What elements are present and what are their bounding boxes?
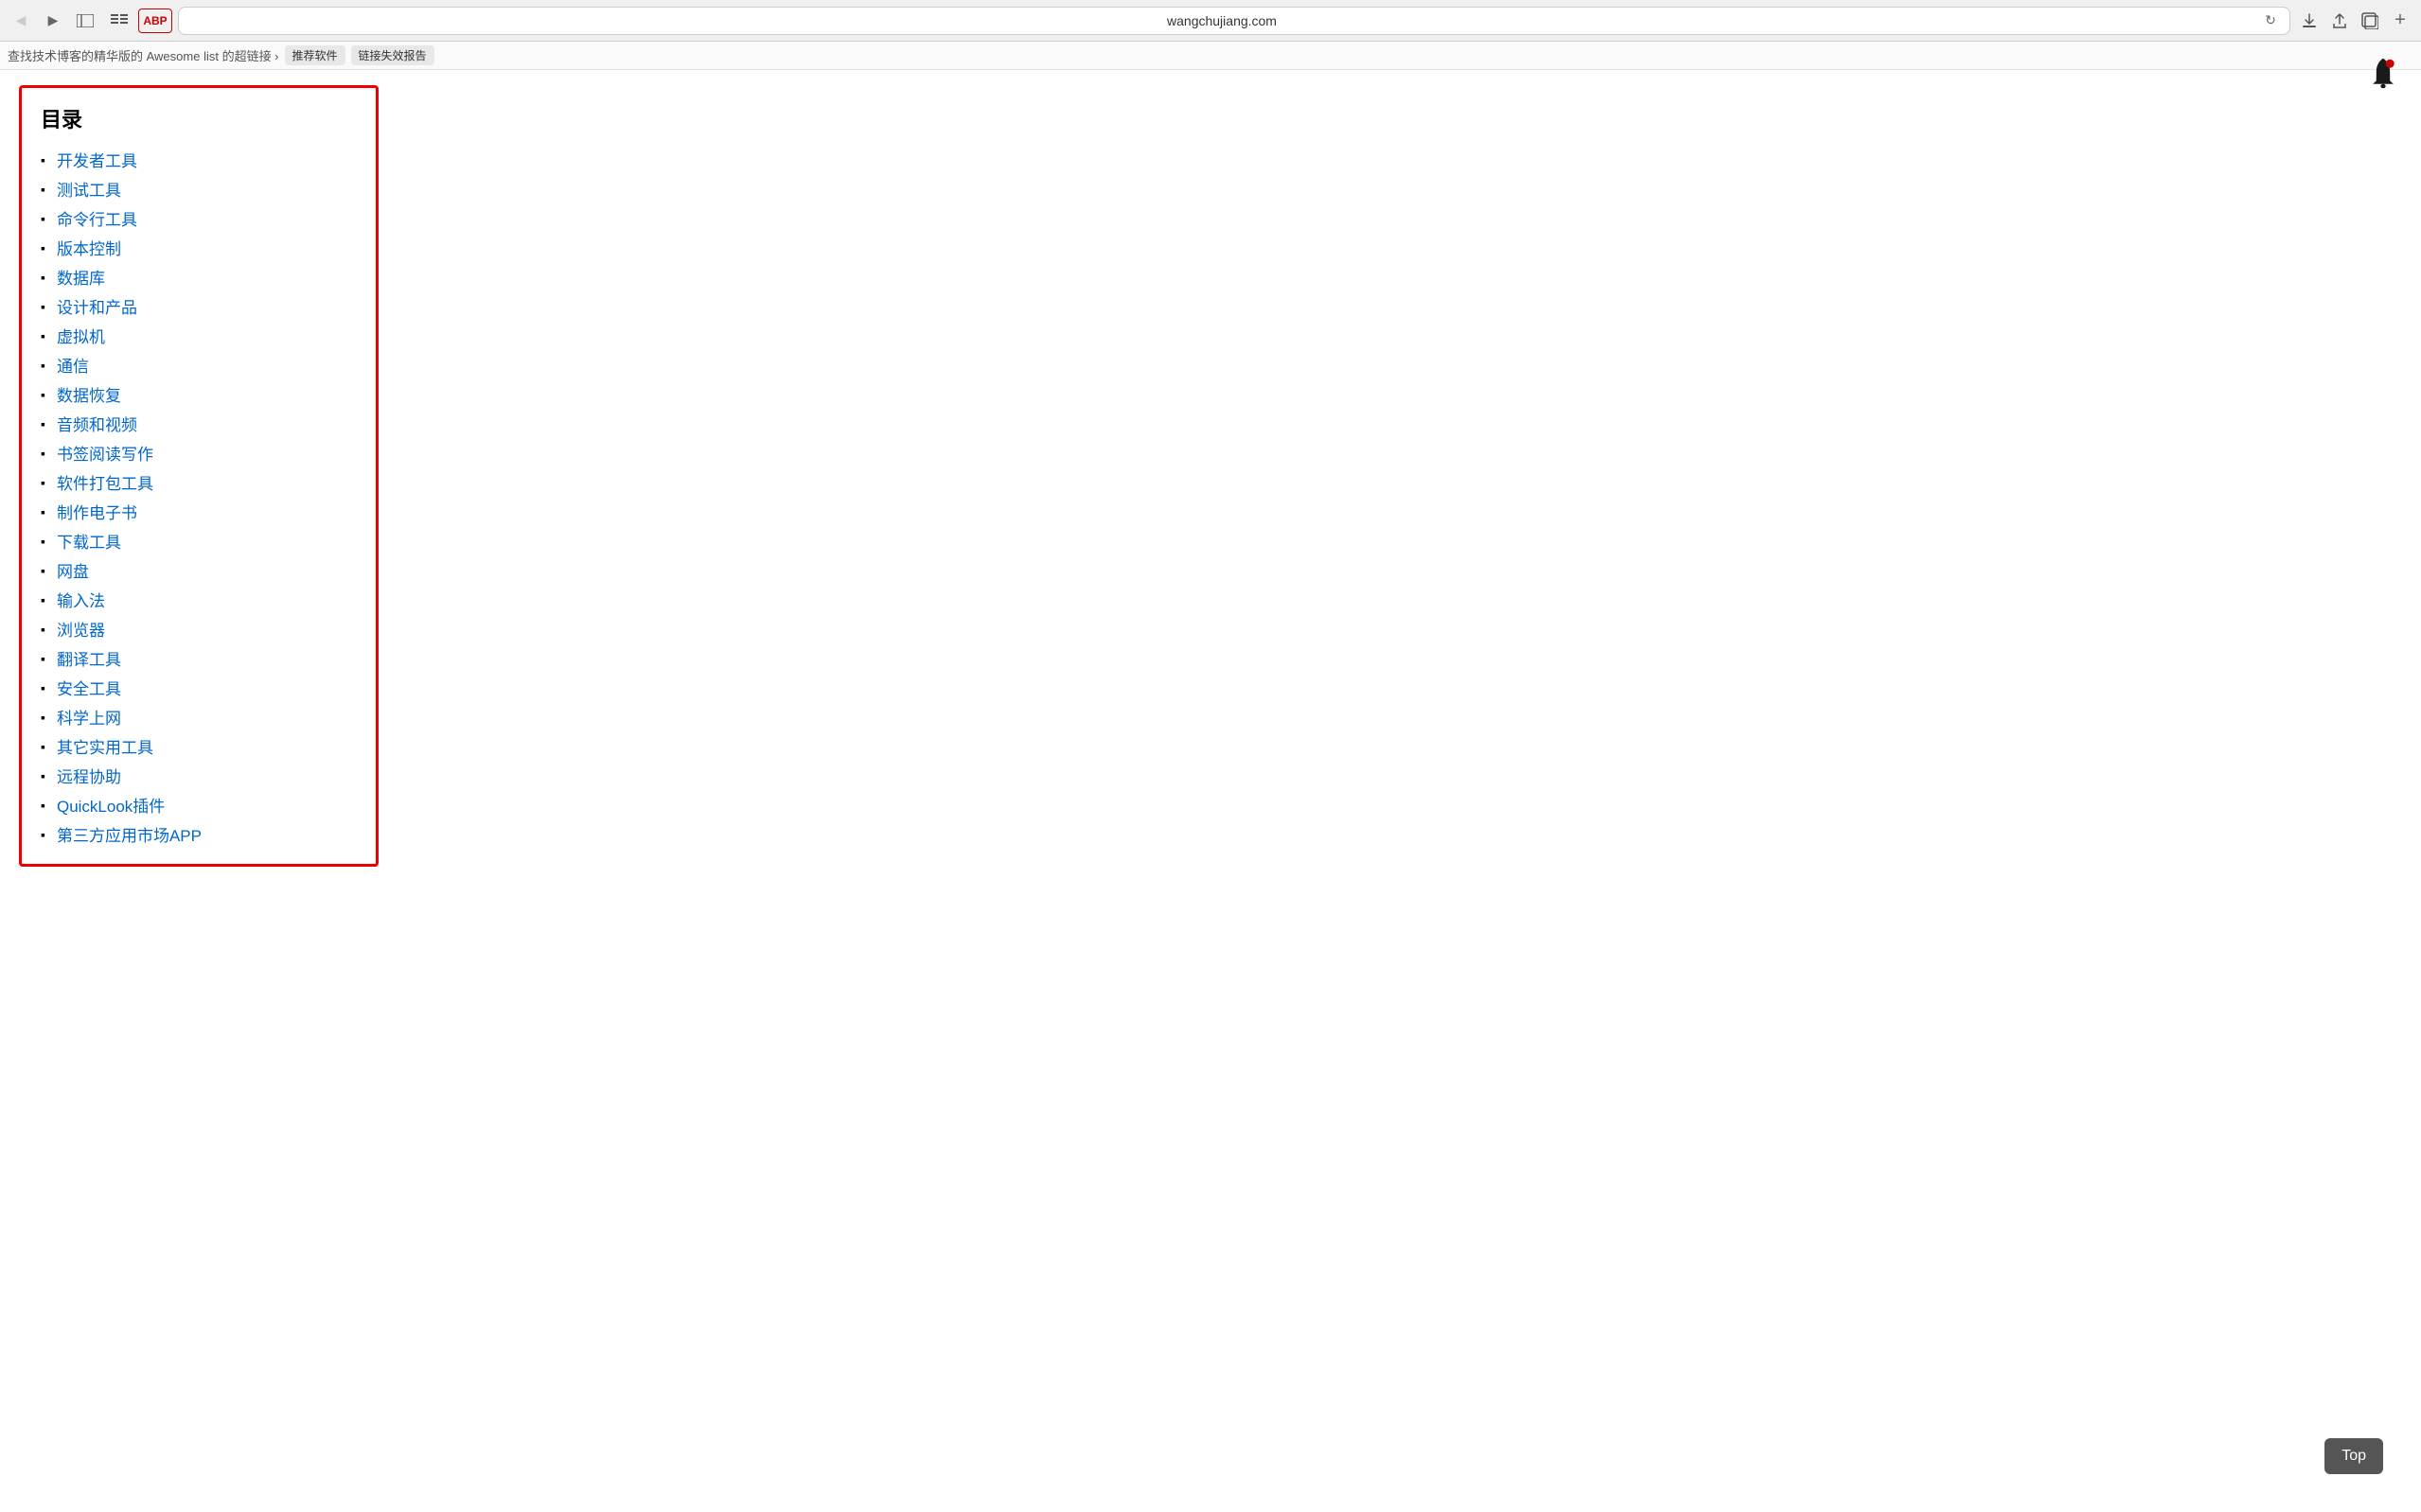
toc-list-item: 书签阅读写作 bbox=[41, 438, 357, 467]
toc-list-item: 数据库 bbox=[41, 262, 357, 291]
toc-list-item: 安全工具 bbox=[41, 673, 357, 702]
toc-link-17[interactable]: 翻译工具 bbox=[57, 646, 121, 670]
toc-link-8[interactable]: 数据恢复 bbox=[57, 382, 121, 406]
toc-list-item: 开发者工具 bbox=[41, 145, 357, 174]
new-tab-button[interactable]: + bbox=[2387, 8, 2413, 34]
toc-link-23[interactable]: 第三方应用市场APP bbox=[57, 822, 202, 846]
reload-button[interactable]: ↻ bbox=[2261, 11, 2280, 30]
toc-list-item: 科学上网 bbox=[41, 702, 357, 731]
toc-link-2[interactable]: 命令行工具 bbox=[57, 206, 137, 230]
toc-list-item: QuickLook插件 bbox=[41, 790, 357, 819]
back-button[interactable]: ◀ bbox=[8, 8, 34, 34]
toc-link-0[interactable]: 开发者工具 bbox=[57, 148, 137, 171]
page-content: 目录 开发者工具测试工具命令行工具版本控制数据库设计和产品虚拟机通信数据恢复音频… bbox=[0, 70, 757, 882]
toc-link-5[interactable]: 设计和产品 bbox=[57, 294, 137, 318]
download-button[interactable] bbox=[2296, 8, 2323, 34]
broken-links-button[interactable]: 链接失效报告 bbox=[351, 45, 434, 65]
toc-list-item: 第三方应用市场APP bbox=[41, 819, 357, 849]
toc-link-4[interactable]: 数据库 bbox=[57, 265, 105, 289]
toc-link-1[interactable]: 测试工具 bbox=[57, 177, 121, 201]
toc-link-12[interactable]: 制作电子书 bbox=[57, 500, 137, 523]
toolbar-right: + bbox=[2296, 8, 2413, 34]
toc-link-9[interactable]: 音频和视频 bbox=[57, 412, 137, 435]
abp-button[interactable]: ABP bbox=[138, 9, 172, 33]
toc-link-18[interactable]: 安全工具 bbox=[57, 676, 121, 699]
url-text: wangchujiang.com bbox=[188, 13, 2255, 28]
toc-list-item: 网盘 bbox=[41, 555, 357, 585]
toc-list-item: 音频和视频 bbox=[41, 409, 357, 438]
toc-list-item: 设计和产品 bbox=[41, 291, 357, 321]
toc-list-item: 其它实用工具 bbox=[41, 731, 357, 761]
toc-link-13[interactable]: 下载工具 bbox=[57, 529, 121, 553]
toc-list-item: 虚拟机 bbox=[41, 321, 357, 350]
toc-list-item: 输入法 bbox=[41, 585, 357, 614]
top-button[interactable]: Top bbox=[2324, 1438, 2383, 1474]
toc-list-item: 远程协助 bbox=[41, 761, 357, 790]
toc-list-item: 下载工具 bbox=[41, 526, 357, 555]
toc-link-3[interactable]: 版本控制 bbox=[57, 236, 121, 259]
toc-link-22[interactable]: QuickLook插件 bbox=[57, 793, 165, 817]
share-button[interactable] bbox=[2326, 8, 2353, 34]
toc-title: 目录 bbox=[41, 103, 357, 133]
toc-link-10[interactable]: 书签阅读写作 bbox=[57, 441, 153, 465]
toc-list-item: 浏览器 bbox=[41, 614, 357, 643]
toc-link-7[interactable]: 通信 bbox=[57, 353, 89, 377]
sidebar-button[interactable] bbox=[72, 8, 98, 34]
toc-box: 目录 开发者工具测试工具命令行工具版本控制数据库设计和产品虚拟机通信数据恢复音频… bbox=[19, 85, 379, 867]
toc-link-14[interactable]: 网盘 bbox=[57, 558, 89, 582]
notification-bell[interactable] bbox=[2360, 51, 2406, 97]
toc-link-16[interactable]: 浏览器 bbox=[57, 617, 105, 641]
breadcrumb-area: 查找技术博客的精华版的 Awesome list 的超链接 › 推荐软件 链接失… bbox=[0, 42, 2421, 70]
address-bar[interactable]: wangchujiang.com ↻ bbox=[178, 7, 2290, 35]
toc-list: 开发者工具测试工具命令行工具版本控制数据库设计和产品虚拟机通信数据恢复音频和视频… bbox=[41, 145, 357, 849]
toc-link-15[interactable]: 输入法 bbox=[57, 588, 105, 611]
recommend-software-button[interactable]: 推荐软件 bbox=[285, 45, 345, 65]
toc-link-19[interactable]: 科学上网 bbox=[57, 705, 121, 729]
toc-list-item: 版本控制 bbox=[41, 233, 357, 262]
toc-list-item: 翻译工具 bbox=[41, 643, 357, 673]
toc-list-item: 数据恢复 bbox=[41, 379, 357, 409]
toc-list-item: 测试工具 bbox=[41, 174, 357, 203]
toc-list-item: 通信 bbox=[41, 350, 357, 379]
toc-link-21[interactable]: 远程协助 bbox=[57, 764, 121, 787]
browser-chrome: ◀ ▶ ABP wangchujiang.com ↻ + bbox=[0, 0, 2421, 42]
reader-mode-button[interactable] bbox=[106, 8, 133, 34]
toc-link-6[interactable]: 虚拟机 bbox=[57, 324, 105, 347]
breadcrumb-text: 查找技术博客的精华版的 Awesome list 的超链接 › bbox=[8, 46, 279, 64]
forward-button[interactable]: ▶ bbox=[40, 8, 66, 34]
toc-link-20[interactable]: 其它实用工具 bbox=[57, 734, 153, 758]
toc-link-11[interactable]: 软件打包工具 bbox=[57, 470, 153, 494]
toc-list-item: 命令行工具 bbox=[41, 203, 357, 233]
tabs-button[interactable] bbox=[2357, 8, 2383, 34]
toc-list-item: 软件打包工具 bbox=[41, 467, 357, 497]
toc-list-item: 制作电子书 bbox=[41, 497, 357, 526]
